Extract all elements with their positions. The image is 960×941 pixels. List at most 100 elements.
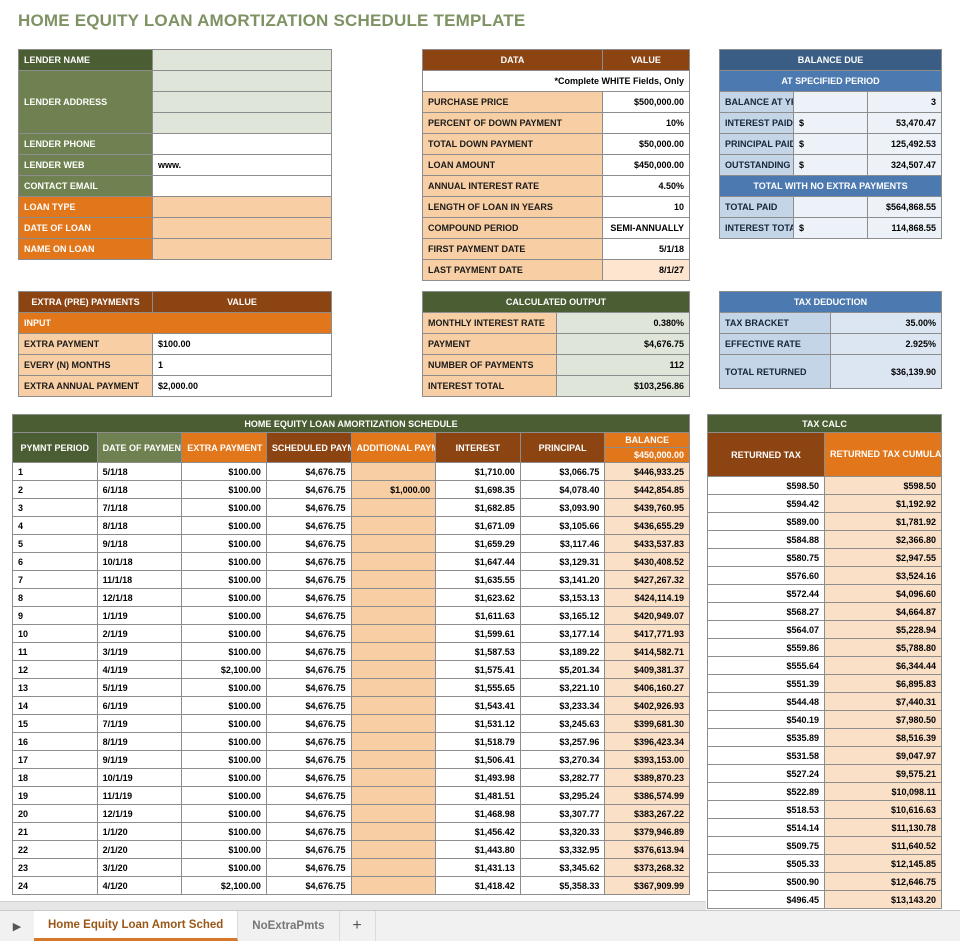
cell-extra-payment[interactable]: $100.00 [181,606,267,625]
tax-deduction-value[interactable]: 35.00% [830,312,942,334]
lender-value[interactable] [152,175,332,197]
add-sheet-button[interactable]: + [340,911,376,941]
cell-principal: $3,332.95 [519,840,606,859]
cell-returned-tax-cumulative: $598.50 [824,476,942,495]
cell-additional-payment[interactable] [350,696,437,715]
cell-extra-payment[interactable]: $100.00 [181,516,267,535]
table-row: $584.88 $2,366.80 [707,530,942,549]
extra-payment-row: EXTRA PAYMENT $100.00 [18,333,332,355]
loan-data-label: FIRST PAYMENT DATE [422,238,603,260]
lender-value[interactable] [152,49,332,71]
cell-additional-payment[interactable] [350,858,437,877]
cell-additional-payment[interactable] [350,714,437,733]
lender-value[interactable] [152,91,332,113]
lender-value[interactable] [152,217,332,239]
cell-interest: $1,418.42 [435,876,521,895]
cell-extra-payment[interactable]: $100.00 [181,534,267,553]
scroll-right-arrow-icon[interactable]: ▶ [0,911,34,941]
lender-value[interactable]: www. [152,154,332,176]
cell-additional-payment[interactable] [350,570,437,589]
cell-additional-payment[interactable] [350,840,437,859]
cell-extra-payment[interactable]: $100.00 [181,588,267,607]
cell-returned-tax: $527.24 [707,764,825,783]
cell-scheduled-payment: $4,676.75 [265,480,352,499]
cell-extra-payment[interactable]: $100.00 [181,480,267,499]
cell-extra-payment[interactable]: $100.00 [181,570,267,589]
cell-balance: $446,933.25 [604,462,690,481]
cell-extra-payment[interactable]: $100.00 [181,624,267,643]
balance-due-total-row: TOTAL PAID $564,868.55 [719,196,942,218]
calculated-output-row: MONTHLY INTEREST RATE 0.380% [422,312,690,334]
extra-payment-value[interactable]: $100.00 [152,333,332,355]
sheet-tab[interactable]: Home Equity Loan Amort Sched [34,911,239,941]
table-row: 5 9/1/18 $100.00 $4,676.75 $1,659.29 $3,117.4… [12,534,690,553]
loan-data-value[interactable]: $500,000.00 [602,91,690,113]
loan-data-value[interactable]: 10% [602,112,690,134]
cell-additional-payment[interactable] [350,624,437,643]
lender-value[interactable] [152,196,332,218]
cell-additional-payment[interactable] [350,498,437,517]
cell-extra-payment[interactable]: $100.00 [181,714,267,733]
cell-additional-payment[interactable] [350,462,437,481]
lender-value[interactable] [152,112,332,134]
cell-additional-payment[interactable] [350,588,437,607]
lender-value[interactable] [152,238,332,260]
loan-data-value[interactable]: 5/1/18 [602,238,690,260]
cell-additional-payment[interactable] [350,678,437,697]
cell-additional-payment[interactable] [350,822,437,841]
cell-extra-payment[interactable]: $100.00 [181,732,267,751]
cell-additional-payment[interactable] [350,534,437,553]
cell-additional-payment[interactable] [350,750,437,769]
horizontal-scrollbar[interactable] [0,901,706,910]
cell-extra-payment[interactable]: $100.00 [181,786,267,805]
table-row: 24 4/1/20 $2,100.00 $4,676.75 $1,418.42 $5,35… [12,876,690,895]
balance-due-currency: $ [793,133,868,155]
loan-data-value[interactable]: 4.50% [602,175,690,197]
cell-extra-payment[interactable]: $100.00 [181,804,267,823]
cell-additional-payment[interactable] [350,876,437,895]
cell-interest: $1,555.65 [435,678,521,697]
extra-payment-value[interactable]: $2,000.00 [152,375,332,397]
cell-additional-payment[interactable] [350,552,437,571]
cell-extra-payment[interactable]: $100.00 [181,696,267,715]
table-row: 7 11/1/18 $100.00 $4,676.75 $1,635.55 $3,141.… [12,570,690,589]
cell-extra-payment[interactable]: $100.00 [181,462,267,481]
lender-value[interactable] [152,70,332,92]
cell-pymnt-period: 21 [12,822,98,841]
cell-principal: $3,233.34 [519,696,606,715]
cell-additional-payment[interactable]: $1,000.00 [350,480,437,499]
cell-extra-payment[interactable]: $100.00 [181,840,267,859]
loan-data-value[interactable]: $50,000.00 [602,133,690,155]
cell-additional-payment[interactable] [350,786,437,805]
cell-extra-payment[interactable]: $100.00 [181,552,267,571]
cell-additional-payment[interactable] [350,660,437,679]
cell-extra-payment[interactable]: $100.00 [181,750,267,769]
loan-data-value[interactable]: $450,000.00 [602,154,690,176]
sheet-tab[interactable]: NoExtraPmts [238,911,340,941]
cell-extra-payment[interactable]: $100.00 [181,858,267,877]
loan-data-label: LOAN AMOUNT [422,154,603,176]
cell-principal: $3,141.20 [519,570,606,589]
cell-extra-payment[interactable]: $100.00 [181,678,267,697]
cell-scheduled-payment: $4,676.75 [265,462,352,481]
cell-additional-payment[interactable] [350,732,437,751]
lender-value[interactable] [152,133,332,155]
cell-extra-payment[interactable]: $100.00 [181,768,267,787]
balance-due-row: PRINCIPAL PAID $125,492.53 [719,133,942,155]
cell-additional-payment[interactable] [350,642,437,661]
cell-additional-payment[interactable] [350,516,437,535]
cell-extra-payment[interactable]: $2,100.00 [181,876,267,895]
extra-payment-value[interactable]: 1 [152,354,332,376]
cell-additional-payment[interactable] [350,606,437,625]
cell-additional-payment[interactable] [350,804,437,823]
cell-returned-tax: $564.07 [707,620,825,639]
loan-data-value[interactable]: 8/1/27 [602,259,690,281]
cell-extra-payment[interactable]: $100.00 [181,498,267,517]
cell-extra-payment[interactable]: $100.00 [181,642,267,661]
cell-extra-payment[interactable]: $2,100.00 [181,660,267,679]
cell-additional-payment[interactable] [350,768,437,787]
col-scheduled-payment: SCHEDULED PAYMENT [265,432,352,463]
loan-data-value[interactable]: 10 [602,196,690,218]
loan-data-value[interactable]: SEMI-ANNUALLY [602,217,690,239]
cell-extra-payment[interactable]: $100.00 [181,822,267,841]
